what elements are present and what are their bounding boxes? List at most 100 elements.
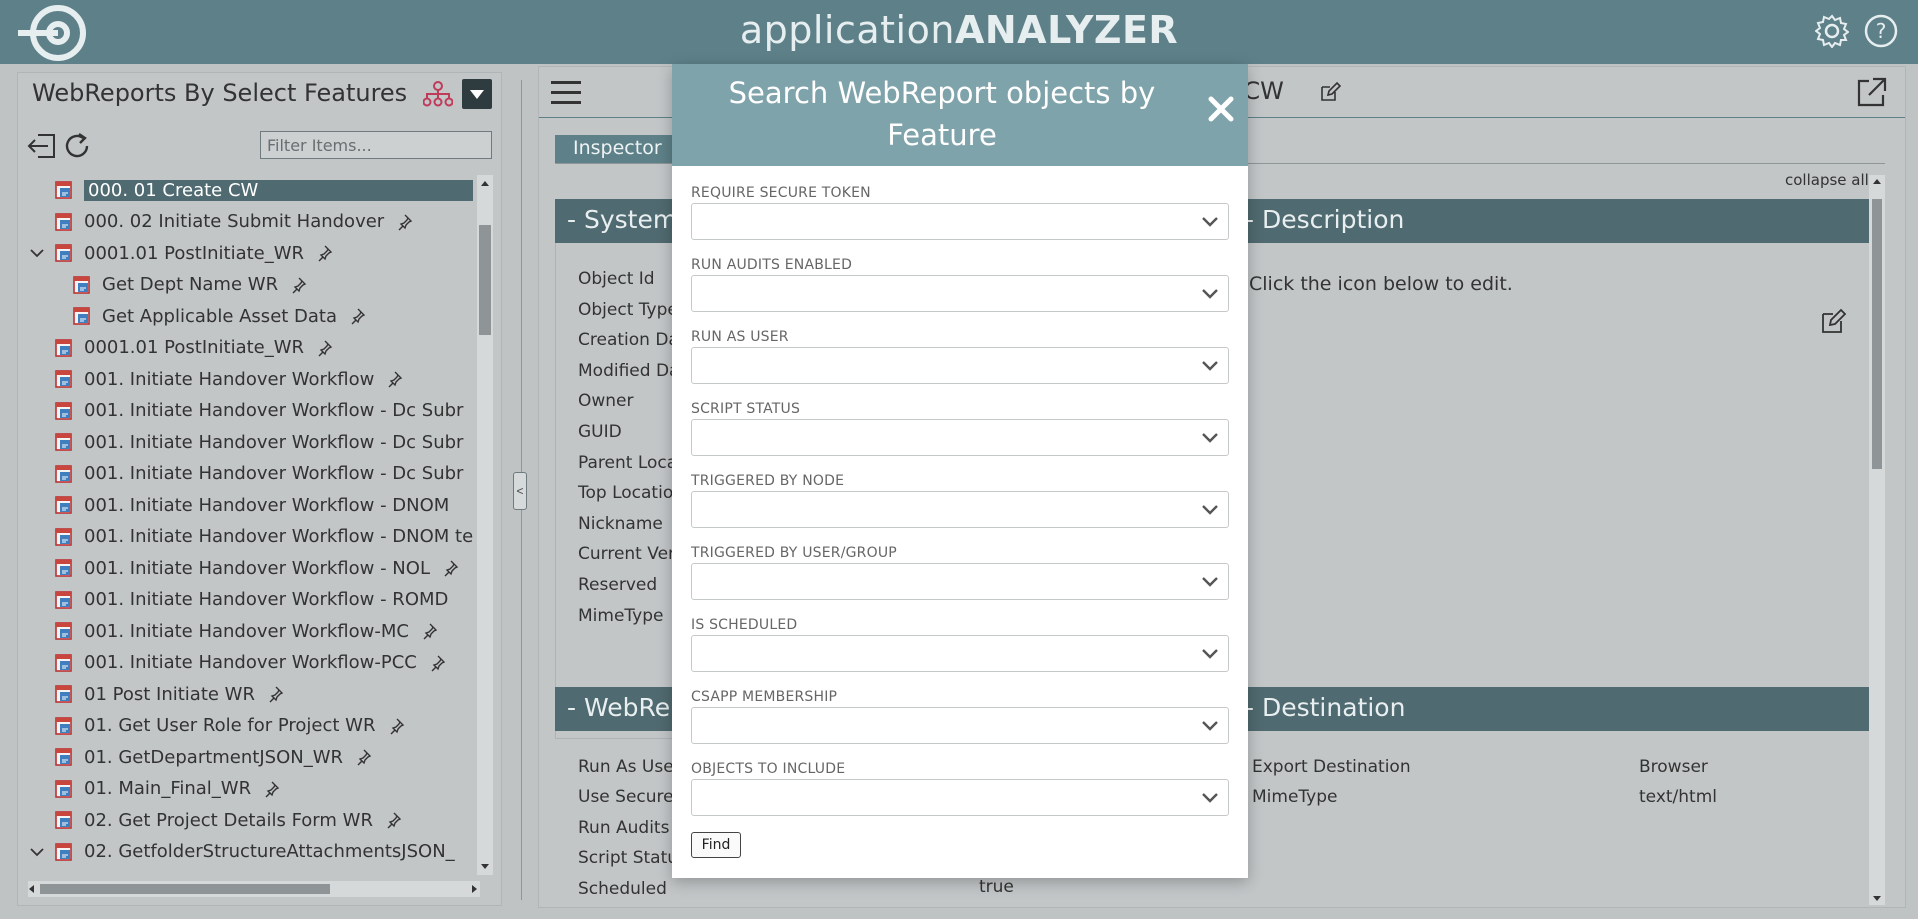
tree-item[interactable]: Get Dept Name WR bbox=[72, 270, 310, 300]
tree-horizontal-scrollbar[interactable] bbox=[28, 881, 480, 897]
tree-item[interactable]: 02. Get Project Details Form WR bbox=[54, 805, 405, 835]
tree-item-label: 0001.01 PostInitiate_WR bbox=[84, 337, 305, 358]
modal-field-label: CSAPP MEMBERSHIP bbox=[691, 689, 838, 705]
pin-icon[interactable] bbox=[390, 717, 408, 735]
modal-field-select[interactable] bbox=[691, 491, 1229, 528]
gear-icon[interactable] bbox=[1815, 14, 1849, 48]
modal-field-select[interactable] bbox=[691, 419, 1229, 456]
tree-item[interactable]: 001. Initiate Handover Workflow - NOL bbox=[54, 553, 462, 583]
panel-title: WebReports By Select Features bbox=[32, 79, 408, 107]
tree-item[interactable]: 01. GetDepartmentJSON_WR bbox=[54, 742, 375, 772]
pin-icon[interactable] bbox=[351, 307, 369, 325]
webreport-doc-icon bbox=[55, 496, 72, 514]
collapse-all-link[interactable]: collapse all bbox=[1785, 171, 1869, 189]
tree-vertical-scrollbar[interactable] bbox=[477, 175, 493, 875]
filter-input[interactable] bbox=[260, 131, 492, 159]
app-title: applicationANALYZER bbox=[739, 8, 1179, 52]
modal-field-select[interactable] bbox=[691, 779, 1229, 816]
scheduled-value: true bbox=[979, 877, 1014, 897]
tree-item[interactable]: 001. Initiate Handover Workflow-MC bbox=[54, 616, 441, 646]
pin-icon[interactable] bbox=[269, 685, 287, 703]
hierarchy-icon[interactable] bbox=[423, 81, 453, 107]
menu-icon[interactable] bbox=[551, 81, 581, 105]
webreport-doc-icon bbox=[55, 622, 72, 640]
system-field-label: Creation Da bbox=[578, 330, 679, 351]
modal-field-select[interactable] bbox=[691, 563, 1229, 600]
chevron-down-icon bbox=[1202, 217, 1218, 227]
refresh-icon[interactable] bbox=[62, 131, 94, 161]
webreport-doc-icon bbox=[55, 653, 72, 672]
close-icon[interactable] bbox=[1206, 94, 1236, 124]
tree-item[interactable]: 001. Initiate Handover Workflow bbox=[54, 364, 406, 394]
chevron-down-icon[interactable] bbox=[28, 843, 46, 861]
external-link-icon[interactable] bbox=[1855, 75, 1889, 109]
tree-item[interactable]: 0001.01 PostInitiate_WR bbox=[54, 238, 336, 268]
webreport-doc-icon bbox=[55, 401, 72, 420]
tree-item[interactable]: 00. getTotalAttributeCount_WR bbox=[72, 868, 412, 872]
find-button[interactable]: Find bbox=[691, 832, 741, 858]
tree-item-label: Get Dept Name WR bbox=[102, 274, 279, 295]
back-arrow-icon[interactable] bbox=[26, 131, 58, 161]
system-field-label: Top Locatio bbox=[578, 483, 674, 504]
destination-field-value: text/html bbox=[1639, 787, 1718, 807]
panel-dropdown-button[interactable] bbox=[462, 79, 492, 109]
destination-field-label: Export Destination bbox=[1252, 757, 1411, 777]
edit-description-icon[interactable] bbox=[1819, 307, 1847, 335]
webreport-doc-icon bbox=[73, 275, 90, 294]
destination-section-header[interactable]: - Destination bbox=[1233, 687, 1869, 731]
tree-item[interactable]: 000. 02 Initiate Submit Handover bbox=[54, 207, 416, 237]
modal-field-select[interactable] bbox=[691, 203, 1229, 240]
modal-field-label: TRIGGERED BY USER/GROUP bbox=[691, 545, 897, 561]
tree-item[interactable]: 001. Initiate Handover Workflow-PCC bbox=[54, 648, 449, 678]
pin-icon[interactable] bbox=[318, 244, 336, 262]
tree-item[interactable]: 02. GetfolderStructureAttachmentsJSON_ bbox=[54, 837, 455, 867]
tree-item-label: 000. 02 Initiate Submit Handover bbox=[84, 211, 385, 232]
tree-item-label: 0001.01 PostInitiate_WR bbox=[84, 242, 305, 264]
system-field-label: Object Type bbox=[578, 299, 678, 320]
modal-header: Search WebReport objects by Feature bbox=[672, 64, 1248, 166]
modal-field-select[interactable] bbox=[691, 347, 1229, 384]
tree-item[interactable]: 001. Initiate Handover Workflow - Dc Sub… bbox=[54, 396, 463, 426]
webreport-doc-icon bbox=[55, 181, 72, 199]
chevron-down-icon[interactable] bbox=[28, 244, 46, 262]
tree-item[interactable]: 000. 01 Create CW bbox=[54, 175, 473, 205]
webreport-doc-icon bbox=[55, 433, 72, 451]
pin-icon[interactable] bbox=[357, 748, 375, 766]
pin-icon[interactable] bbox=[388, 370, 406, 388]
modal-field-select[interactable] bbox=[691, 275, 1229, 312]
edit-title-icon[interactable] bbox=[1319, 81, 1341, 103]
tree-item[interactable]: 01. Get User Role for Project WR bbox=[54, 711, 408, 741]
main-vertical-scrollbar[interactable] bbox=[1869, 175, 1885, 905]
webreport-doc-icon bbox=[55, 370, 72, 388]
system-field-label: Current Ver bbox=[578, 544, 676, 565]
pin-icon[interactable] bbox=[318, 339, 336, 357]
help-icon[interactable]: ? bbox=[1864, 14, 1898, 48]
tree-item-label: 001. Initiate Handover Workflow - DNOM t… bbox=[84, 526, 473, 547]
pin-icon[interactable] bbox=[444, 559, 462, 577]
pin-icon[interactable] bbox=[398, 213, 416, 231]
pin-icon[interactable] bbox=[292, 276, 310, 294]
collapse-panel-handle[interactable]: < bbox=[513, 472, 527, 510]
tree-item[interactable]: 01 Post Initiate WR bbox=[54, 679, 287, 709]
description-section-header[interactable]: - Description bbox=[1233, 199, 1869, 243]
tree-item[interactable]: Get Applicable Asset Data bbox=[72, 301, 369, 331]
tree-item[interactable]: 001. Initiate Handover Workflow - ROMD bbox=[54, 585, 448, 615]
left-panel: WebReports By Select Features 000. 01 Cr… bbox=[17, 72, 502, 906]
tree-item[interactable]: 001. Initiate Handover Workflow - DNOM t… bbox=[54, 522, 473, 552]
pin-icon[interactable] bbox=[423, 622, 441, 640]
tree-item[interactable]: 0001.01 PostInitiate_WR bbox=[54, 333, 336, 363]
webreport-doc-icon bbox=[55, 716, 72, 735]
modal-field-select[interactable] bbox=[691, 635, 1229, 672]
pin-icon[interactable] bbox=[387, 811, 405, 829]
pin-icon[interactable] bbox=[265, 780, 283, 798]
modal-field-select[interactable] bbox=[691, 707, 1229, 744]
modal-title: Search WebReport objects by Feature bbox=[728, 76, 1156, 152]
tree-item[interactable]: 001. Initiate Handover Workflow - Dc Sub… bbox=[54, 459, 463, 489]
tree-item[interactable]: 001. Initiate Handover Workflow - DNOM bbox=[54, 490, 449, 520]
tree-item[interactable]: 001. Initiate Handover Workflow - Dc Sub… bbox=[54, 427, 463, 457]
pin-icon[interactable] bbox=[431, 654, 449, 672]
tree-item[interactable]: 01. Main_Final_WR bbox=[54, 774, 283, 804]
webreport-field-label: Script Statu bbox=[578, 848, 679, 869]
tab-inspector[interactable]: Inspector bbox=[555, 135, 675, 163]
chevron-down-icon bbox=[1202, 649, 1218, 659]
